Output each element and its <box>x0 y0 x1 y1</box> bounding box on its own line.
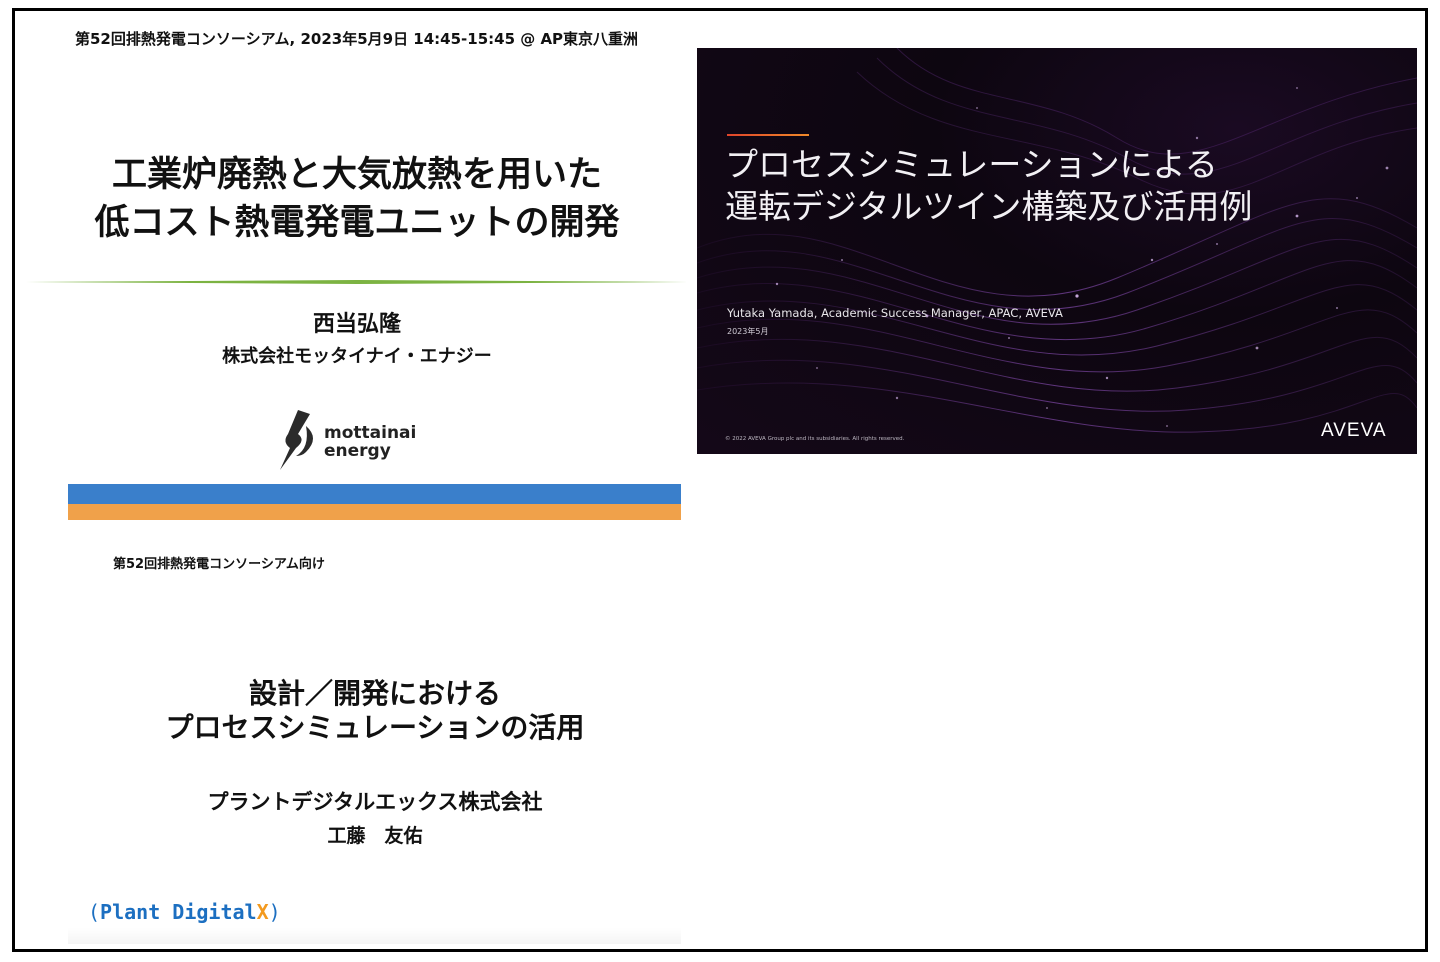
logo-text-mottainai: mottainai <box>324 423 417 443</box>
slide1-header: 第52回排熱発電コンソーシアム, 2023年5月9日 14:45-15:45 @… <box>75 30 639 48</box>
aveva-logo: AVEVA <box>1321 420 1387 441</box>
slide1-author: 西当弘隆 <box>312 312 401 337</box>
slide3-company: プラントデジタルエックス株式会社 <box>207 790 543 814</box>
slide3-title-line1: 設計／開発における <box>248 677 501 710</box>
mottainai-energy-logo: mottainai energy <box>276 408 426 472</box>
aveva-accent-line <box>727 134 809 136</box>
slide3-presenter: 工藤 友佑 <box>327 825 423 847</box>
aveva-slide: プロセスシミュレーションによる 運転デジタルツイン構築及び活用例 Yutaka … <box>697 48 1417 454</box>
slide1-orange-bar <box>68 504 681 520</box>
slide1-title-line2: 低コスト熱電発電ユニットの開発 <box>94 203 620 243</box>
slide2-title-line1: プロセスシミュレーションによる <box>725 145 1218 184</box>
slide1-divider <box>26 280 688 284</box>
slide1-title-line1: 工業炉廃熱と大気放熱を用いた <box>111 155 602 195</box>
plant-digital-x-logo: (Plant DigitalX) <box>88 900 281 930</box>
slide2-byline: Yutaka Yamada, Academic Success Manager,… <box>727 306 1063 320</box>
slide2-copyright: © 2022 AVEVA Group plc and its subsidiar… <box>725 436 905 442</box>
logo-text-energy: energy <box>324 441 391 461</box>
slide3-title-line2: プロセスシミュレーションの活用 <box>165 711 585 744</box>
slide2-date: 2023年5月 <box>727 327 769 336</box>
slide1-company: 株式会社モッタイナイ・エナジー <box>222 346 492 367</box>
logo-text-plant-digital: Plant Digital <box>100 900 257 924</box>
logo-bracket-close: ) <box>268 900 281 924</box>
logo-bracket-open: ( <box>88 900 101 924</box>
logo-text-x: X <box>256 900 269 924</box>
slide3-bottom-shadow <box>68 928 681 944</box>
slide3-header: 第52回排熱発電コンソーシアム向け <box>113 557 325 572</box>
particle-wave-background <box>697 48 1417 433</box>
slide1-blue-bar <box>68 484 681 504</box>
bolt-swirl-icon <box>280 410 313 470</box>
slide2-title-line2: 運転デジタルツイン構築及び活用例 <box>725 187 1253 226</box>
